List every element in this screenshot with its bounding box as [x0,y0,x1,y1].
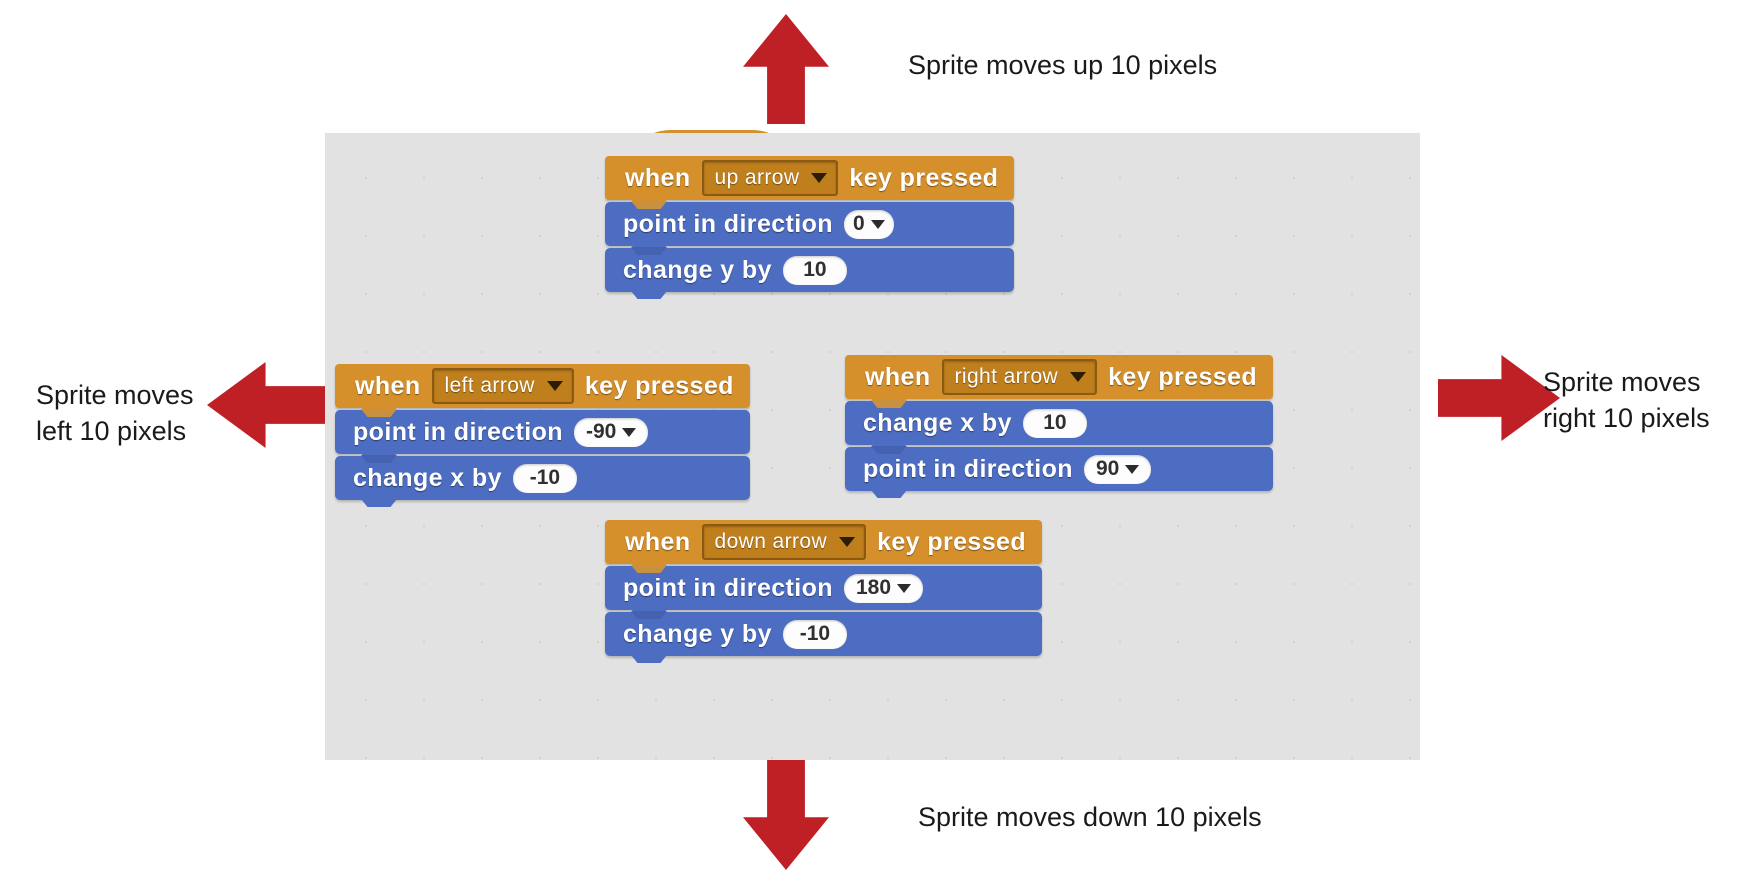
direction-value: 0 [852,212,865,235]
block-label: change y by [623,255,772,284]
direction-value: 90 [1095,457,1120,480]
caption-down: Sprite moves down 10 pixels [918,802,1262,832]
key-dropdown-value: up arrow [714,166,800,189]
direction-value-slot[interactable]: 0 [843,209,894,239]
key-dropdown-up[interactable]: up arrow [701,160,839,196]
direction-value: 180 [855,576,892,599]
script-down-arrow[interactable]: when down arrow key pressed point in dir… [605,494,1043,656]
block-label: change y by [623,619,772,648]
hat-block-when-key-pressed-left[interactable]: when left arrow key pressed [335,338,750,408]
block-label: point in direction [623,573,833,602]
block-point-in-direction-right[interactable]: point in direction 90 [845,447,1274,491]
change-y-value: -10 [799,622,831,645]
direction-value: -90 [585,420,617,443]
change-x-value: -10 [529,466,561,489]
block-change-x-by-left[interactable]: change x by -10 [335,456,750,500]
script-left-arrow[interactable]: when left arrow key pressed point in dir… [335,338,750,500]
caption-left-line1: Sprite moves [36,380,194,410]
block-point-in-direction-left[interactable]: point in direction -90 [335,410,750,454]
change-y-value-slot[interactable]: 10 [782,255,847,285]
key-dropdown-left[interactable]: left arrow [431,368,574,404]
hat-block-when-key-pressed-down[interactable]: when down arrow key pressed [605,494,1043,564]
hat-suffix-label: key pressed [849,163,999,192]
direction-value-slot[interactable]: 90 [1083,454,1152,484]
hat-when-label: when [625,163,691,192]
hat-suffix-label: key pressed [877,527,1027,556]
chevron-down-icon [546,381,563,391]
chevron-down-icon [839,537,856,547]
block-label: change x by [353,463,502,492]
block-point-in-direction-down[interactable]: point in direction 180 [605,566,1043,610]
key-dropdown-value: down arrow [714,530,828,553]
hat-when-label: when [355,371,421,400]
caption-left-line2: left 10 pixels [36,415,187,446]
block-label: point in direction [353,417,563,446]
arrow-up-icon [743,14,829,124]
direction-value-slot[interactable]: -90 [573,417,649,447]
arrow-right-icon [1438,355,1560,441]
key-dropdown-value: right arrow [954,365,1059,388]
caption-right: Sprite moves right 10 pixels [1543,365,1710,437]
arrow-left-icon [207,362,329,448]
key-dropdown-down[interactable]: down arrow [701,524,867,560]
chevron-down-icon [1070,372,1087,382]
key-dropdown-right[interactable]: right arrow [941,359,1098,395]
chevron-down-icon [622,427,637,437]
change-x-value-slot[interactable]: -10 [512,463,577,493]
caption-up: Sprite moves up 10 pixels [908,50,1218,80]
block-label: point in direction [623,209,833,238]
scratch-scripts-canvas[interactable]: when up arrow key pressed point in direc… [325,130,1420,760]
script-up-arrow[interactable]: when up arrow key pressed point in direc… [605,130,1015,292]
chevron-down-icon [897,583,912,593]
block-point-in-direction-up[interactable]: point in direction 0 [605,202,1015,246]
hat-when-label: when [865,362,931,391]
hat-block-when-key-pressed-right[interactable]: when right arrow key pressed [845,329,1274,399]
hat-suffix-label: key pressed [584,371,734,400]
hat-block-when-key-pressed-up[interactable]: when up arrow key pressed [605,130,1015,200]
caption-left: Sprite moves left 10 pixels [36,378,194,450]
block-change-y-by-down[interactable]: change y by -10 [605,612,1043,656]
direction-value-slot[interactable]: 180 [843,573,924,603]
key-dropdown-value: left arrow [444,374,535,397]
block-change-y-by-up[interactable]: change y by 10 [605,248,1015,292]
hat-suffix-label: key pressed [1108,362,1258,391]
chevron-down-icon [811,173,828,183]
caption-right-line1: Sprite moves [1543,367,1701,397]
script-right-arrow[interactable]: when right arrow key pressed change x by… [845,329,1274,491]
hat-when-label: when [625,527,691,556]
chevron-down-icon [1125,464,1140,474]
change-x-value: 10 [1043,411,1067,434]
block-change-x-by-right[interactable]: change x by 10 [845,401,1274,445]
block-label: point in direction [863,454,1073,483]
change-x-value-slot[interactable]: 10 [1022,408,1087,438]
caption-right-line2: right 10 pixels [1543,402,1710,433]
chevron-down-icon [870,219,885,229]
change-y-value: 10 [803,258,827,281]
arrow-down-icon [743,760,829,870]
block-label: change x by [863,408,1012,437]
change-y-value-slot[interactable]: -10 [782,619,847,649]
